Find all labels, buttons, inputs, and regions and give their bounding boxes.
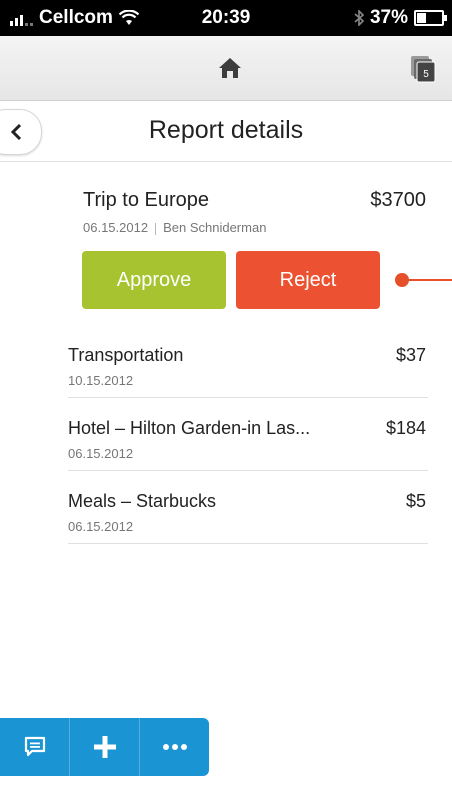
report-title: Trip to Europe [83, 189, 209, 211]
svg-text:5: 5 [423, 69, 429, 80]
top-nav: 5 [0, 36, 452, 101]
report-amount: $3700 [370, 189, 426, 211]
add-button[interactable] [69, 718, 139, 776]
more-button[interactable] [139, 718, 209, 776]
stacked-cards-icon[interactable]: 5 [408, 54, 438, 84]
item-name: Hotel – Hilton Garden-in Las... [68, 418, 311, 438]
page-title: Report details [148, 116, 304, 144]
title-bar: Report details [0, 101, 452, 162]
comment-icon [24, 736, 45, 757]
plus-icon [93, 736, 116, 758]
list-item[interactable]: Meals – Starbucks 06.15.2012 $5 [68, 471, 428, 544]
item-name: Transportation [68, 345, 184, 365]
item-date: 10.15.2012 [68, 373, 134, 388]
list-item[interactable]: Transportation 10.15.2012 $37 [68, 325, 428, 398]
battery-icon [414, 10, 447, 26]
expense-list: Transportation 10.15.2012 $37 Hotel – Hi… [68, 325, 428, 544]
bottom-toolbar [0, 718, 209, 776]
report-date: 06.15.2012 [83, 220, 149, 235]
approve-button[interactable]: Approve [82, 251, 226, 309]
home-icon[interactable] [218, 56, 242, 80]
comment-button[interactable] [0, 718, 69, 776]
more-icon [162, 744, 187, 750]
report-submitter: Ben Schniderman [163, 220, 267, 235]
item-date: 06.15.2012 [68, 519, 134, 534]
item-date: 06.15.2012 [68, 446, 134, 461]
callout-line [405, 279, 452, 281]
item-name: Meals – Starbucks [68, 491, 217, 511]
status-bar: Cellcom 20:39 37% [0, 0, 452, 36]
bluetooth-icon [354, 10, 364, 26]
item-amount: $184 [385, 418, 426, 438]
battery-percent: 37% [369, 7, 408, 28]
list-item[interactable]: Hotel – Hilton Garden-in Las... 06.15.20… [68, 398, 428, 471]
report-meta: 06.15.2012 Ben Schniderman [83, 220, 266, 235]
reject-button[interactable]: Reject [236, 251, 380, 309]
status-right: 37% [354, 7, 447, 29]
item-amount: $5 [405, 491, 426, 511]
item-amount: $37 [395, 345, 426, 365]
meta-divider [155, 222, 157, 235]
